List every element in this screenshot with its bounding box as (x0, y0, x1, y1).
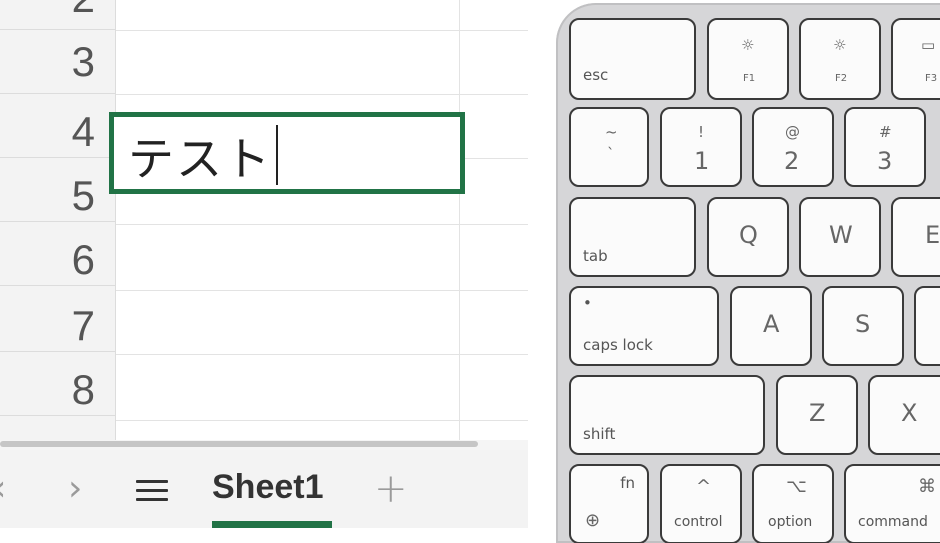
key-f1[interactable]: ☼ F1 (707, 18, 789, 100)
key-label: X (901, 399, 918, 427)
key-q[interactable]: Q (707, 197, 789, 277)
row-number: 2 (72, 0, 95, 22)
brightness-up-icon: ☼ (833, 36, 847, 54)
command-icon: ⌘ (918, 476, 936, 497)
row-header-2[interactable]: 2 (0, 0, 115, 30)
key-label: caps lock (583, 336, 653, 354)
grid-line (116, 224, 528, 225)
row-headers: 2 3 4 5 6 7 8 (0, 0, 116, 440)
column-line (459, 0, 460, 440)
active-cell-content[interactable]: テスト (128, 123, 278, 189)
grid-line (116, 94, 528, 95)
key-label: F3 (925, 73, 938, 84)
key-label: W (829, 221, 853, 249)
key-label: 1 (694, 147, 710, 175)
spreadsheet: 2 3 4 5 6 7 8 テスト ‹ › Sheet1 + (0, 0, 528, 528)
key-label: 3 (877, 147, 893, 175)
key-fn[interactable]: fn ⊕ (569, 464, 649, 543)
active-cell-editor[interactable]: テスト (109, 112, 465, 194)
brightness-down-icon: ☼ (741, 36, 755, 54)
key-label: tab (583, 247, 608, 265)
key-x[interactable]: X (868, 375, 940, 455)
sheet-tab-sheet1[interactable]: Sheet1 (212, 468, 324, 507)
row-number: 3 (71, 37, 95, 85)
option-icon: ⌥ (786, 476, 807, 497)
grid-line (116, 290, 528, 291)
row-header-8[interactable]: 8 (0, 352, 115, 416)
key-shift[interactable]: shift (569, 375, 765, 455)
key-label-shift: ! (698, 123, 705, 141)
grid-line (116, 30, 528, 31)
key-z[interactable]: Z (776, 375, 858, 455)
key-esc[interactable]: esc (569, 18, 696, 100)
key-label: Q (739, 221, 758, 249)
key-2[interactable]: @ 2 (752, 107, 834, 187)
row-number: 6 (71, 236, 95, 283)
key-label-shift: @ (785, 123, 800, 141)
key-option[interactable]: ⌥ option (752, 464, 834, 543)
key-label: A (763, 310, 780, 338)
keyboard: esc ☼ F1 ☼ F2 ▭ F3 ~ ` ! 1 @ 2 # 3 tab Q… (556, 3, 940, 543)
key-label: 2 (784, 147, 800, 175)
mission-control-icon: ▭ (921, 36, 936, 54)
key-label: F1 (743, 73, 756, 84)
key-3[interactable]: # 3 (844, 107, 926, 187)
key-control[interactable]: ^ control (660, 464, 742, 543)
key-label: esc (583, 66, 609, 84)
key-f2[interactable]: ☼ F2 (799, 18, 881, 100)
active-tab-indicator (212, 521, 332, 528)
key-label: S (855, 310, 871, 338)
prev-sheet-arrow-icon[interactable]: ‹ (0, 468, 6, 509)
row-number: 5 (71, 172, 95, 219)
key-a[interactable]: A (730, 286, 812, 366)
row-header-4[interactable]: 4 (0, 94, 115, 158)
control-icon: ^ (696, 476, 712, 497)
caps-indicator-icon: • (583, 294, 592, 312)
key-command[interactable]: ⌘ command (844, 464, 940, 543)
key-label: E (925, 221, 940, 249)
row-number: 8 (71, 366, 95, 413)
row-number: 4 (71, 108, 95, 155)
text-caret (276, 125, 278, 185)
key-w[interactable]: W (799, 197, 881, 277)
key-1[interactable]: ! 1 (660, 107, 742, 187)
key-caps-lock[interactable]: • caps lock (569, 286, 719, 366)
key-label: Z (809, 399, 826, 427)
key-s[interactable]: S (822, 286, 904, 366)
key-e[interactable]: E (891, 197, 940, 277)
row-header-7[interactable]: 7 (0, 288, 115, 352)
grid-line (116, 354, 528, 355)
cell-text: テスト (128, 132, 272, 186)
add-sheet-button[interactable]: + (374, 466, 408, 512)
row-header-3[interactable]: 3 (0, 30, 115, 94)
next-sheet-arrow-icon[interactable]: › (68, 468, 82, 509)
key-label-shift: ~ (605, 123, 618, 141)
row-header-5[interactable]: 5 (0, 158, 115, 222)
key-f3[interactable]: ▭ F3 (891, 18, 940, 100)
key-backtick[interactable]: ~ ` (569, 107, 649, 187)
key-tab[interactable]: tab (569, 197, 696, 277)
row-number: 7 (71, 302, 95, 349)
key-label: fn (620, 474, 635, 492)
key-label: shift (583, 425, 616, 443)
key-d[interactable] (914, 286, 940, 366)
key-label: F2 (835, 73, 848, 84)
row-header-6[interactable]: 6 (0, 222, 115, 286)
grid-line (116, 420, 528, 421)
sheet-list-menu-icon[interactable] (136, 478, 168, 504)
horizontal-scrollbar-thumb[interactable] (0, 441, 478, 447)
key-label: ` (607, 145, 615, 163)
key-label-shift: # (879, 123, 892, 141)
